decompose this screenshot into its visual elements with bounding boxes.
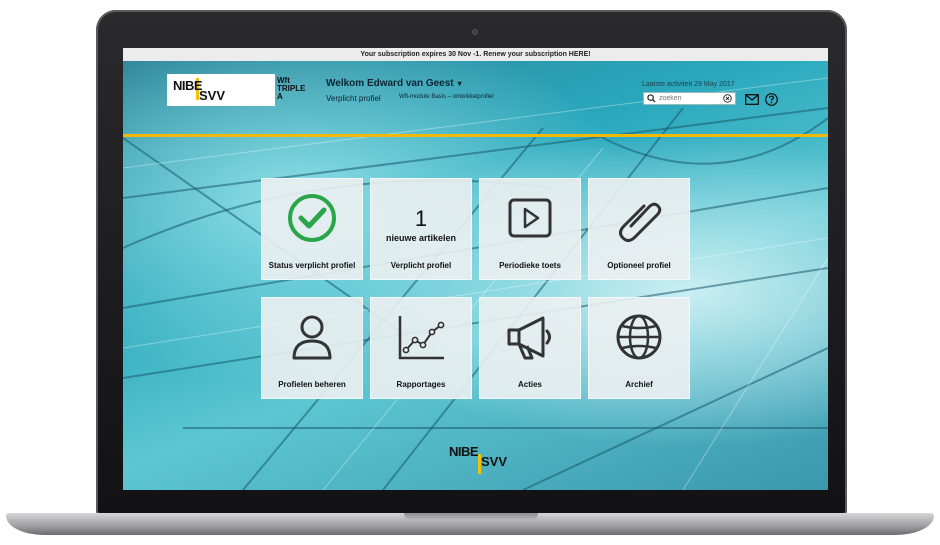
profile-label: Verplicht profiel bbox=[326, 94, 381, 103]
tile-status-verplicht-profiel[interactable]: Status verplicht profiel bbox=[261, 178, 363, 280]
tile-label: Periodieke toets bbox=[499, 261, 561, 270]
header: NIBE SVV Wft TRIPLE A Welkom Edward van … bbox=[123, 61, 828, 134]
tile-label: Acties bbox=[517, 380, 542, 389]
search-input[interactable] bbox=[659, 93, 719, 104]
tile-label: Rapportages bbox=[396, 380, 446, 389]
footer-nibe-svv-logo: NIBE SVV bbox=[445, 444, 515, 478]
user-menu[interactable]: Welkom Edward van Geest ▾ bbox=[326, 78, 462, 89]
help-icon[interactable] bbox=[765, 93, 778, 106]
chart-icon bbox=[398, 316, 445, 360]
play-icon bbox=[508, 198, 552, 238]
badge-line3: A bbox=[277, 92, 283, 101]
camera-icon bbox=[472, 29, 478, 35]
nibe-svv-logo[interactable]: NIBE SVV bbox=[167, 74, 275, 106]
last-activity: Laatste activiteit 29 May 2017 bbox=[642, 81, 735, 88]
search-icon bbox=[647, 94, 656, 103]
tile-rapportages[interactable]: Rapportages bbox=[370, 297, 472, 399]
tile-label: Optioneel profiel bbox=[607, 261, 671, 270]
megaphone-icon bbox=[507, 316, 551, 360]
tile-verplicht-profiel[interactable]: 1 nieuwe artikelen Verplicht profiel bbox=[370, 178, 472, 280]
paperclip-icon bbox=[619, 202, 662, 242]
tile-label: Profielen beheren bbox=[278, 380, 346, 389]
footer-logo-line1: NIBE bbox=[449, 444, 479, 459]
mail-icon[interactable] bbox=[745, 94, 759, 105]
tile-periodieke-toets[interactable]: Periodieke toets bbox=[479, 178, 581, 280]
new-articles-count: 1 bbox=[414, 206, 428, 231]
subscription-banner[interactable]: Your subscription expires 30 Nov -1. Ren… bbox=[123, 48, 828, 61]
wft-triple-a-badge: Wft TRIPLE A bbox=[277, 77, 307, 101]
footer-logo-line2: SVV bbox=[481, 454, 508, 469]
new-articles-label: nieuwe artikelen bbox=[385, 233, 457, 243]
check-circle-icon bbox=[288, 194, 336, 242]
laptop-notch bbox=[404, 513, 538, 520]
accent-line bbox=[123, 134, 828, 137]
tile-label: Status verplicht profiel bbox=[268, 261, 356, 270]
tile-archief[interactable]: Archief bbox=[588, 297, 690, 399]
tile-optioneel-profiel[interactable]: Optioneel profiel bbox=[588, 178, 690, 280]
caret-down-icon: ▾ bbox=[457, 79, 462, 88]
clear-icon[interactable] bbox=[723, 94, 732, 103]
logo-line2: SVV bbox=[199, 88, 226, 103]
tile-label: Verplicht profiel bbox=[390, 261, 452, 270]
tile-acties[interactable]: Acties bbox=[479, 297, 581, 399]
logo-line1: NIBE bbox=[173, 78, 203, 93]
welcome-text: Welkom Edward van Geest bbox=[326, 78, 454, 89]
search-box[interactable] bbox=[643, 92, 736, 105]
tile-label: Archief bbox=[625, 380, 653, 389]
globe-icon bbox=[616, 314, 662, 360]
user-icon bbox=[292, 315, 332, 360]
tile-profielen-beheren[interactable]: Profielen beheren bbox=[261, 297, 363, 399]
module-label: Wft-module Basis – ontwikkelprofiel bbox=[399, 94, 494, 100]
screen: Your subscription expires 30 Nov -1. Ren… bbox=[123, 48, 828, 490]
